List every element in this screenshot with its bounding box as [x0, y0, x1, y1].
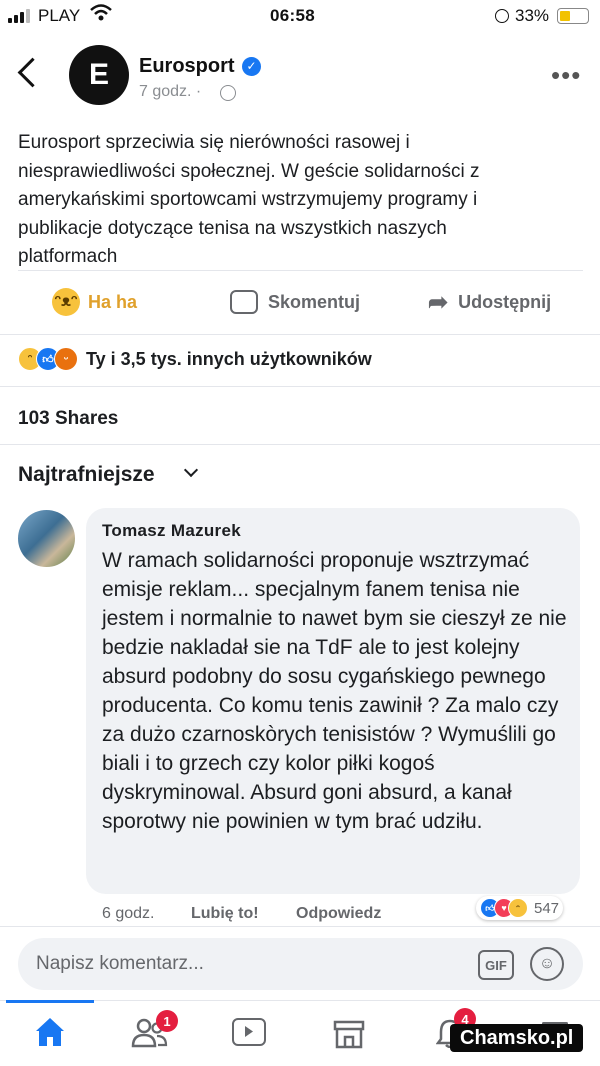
wifi-icon [90, 4, 112, 27]
verified-badge-icon: ✓ [242, 57, 261, 76]
emoji-icon[interactable]: ☺ [530, 947, 564, 981]
watermark: Chamsko.pl [450, 1024, 584, 1052]
angry-icon: ᵕ [54, 347, 78, 371]
chevron-down-icon[interactable] [183, 462, 199, 478]
status-time: 06:58 [270, 6, 315, 25]
signal-icon [8, 9, 30, 23]
friends-badge: 1 [156, 1010, 178, 1032]
post-time[interactable]: 7 godz. · [139, 83, 201, 101]
watch-icon[interactable] [232, 1018, 266, 1046]
haha-icon: ᵔ [508, 898, 528, 918]
comment-author[interactable]: Tomasz Mazurek [102, 521, 241, 541]
marketplace-icon[interactable] [332, 1016, 366, 1050]
comment-like-button[interactable]: Lubię to! [191, 905, 259, 923]
comment-time: 6 godz. [102, 905, 155, 922]
comment-input[interactable] [36, 950, 436, 978]
shares-count[interactable]: 103 Shares [18, 408, 118, 430]
active-tab-indicator [6, 1000, 94, 1003]
haha-icon: ᵔᴥᵔ [52, 288, 80, 316]
comment-sort-dropdown[interactable]: Najtrafniejsze [18, 463, 155, 487]
share-label: Udostępnij [458, 291, 552, 312]
divider [0, 444, 600, 445]
comment-label: Skomentuj [268, 291, 361, 312]
commenter-avatar[interactable] [18, 510, 75, 567]
globe-icon [220, 85, 236, 101]
post-text: Eurosport sprzeciwia się nierówności ras… [18, 132, 480, 267]
reaction-label: Ha ha [88, 291, 138, 312]
divider [0, 334, 600, 335]
status-bar: PLAY 06:58 33% [0, 0, 600, 34]
battery-percent: 33% [515, 6, 550, 25]
divider [0, 926, 600, 927]
gif-button[interactable]: GIF [478, 950, 514, 980]
comment-button[interactable]: Skomentuj [230, 282, 360, 322]
page-avatar[interactable]: E [69, 45, 129, 105]
comment-text: W ramach solidarności proponuje wsztrzym… [102, 549, 567, 833]
reaction-button[interactable]: ᵔᴥᵔ Ha ha [52, 282, 137, 322]
more-options-icon[interactable]: ••• [551, 60, 581, 91]
comment-icon [230, 290, 258, 314]
divider [0, 386, 600, 387]
comment-reply-button[interactable]: Odpowiedz [296, 905, 381, 923]
page-name[interactable]: Eurosport [139, 55, 235, 78]
orientation-lock-icon [495, 9, 509, 23]
divider [18, 270, 583, 271]
eurosport-logo-icon: E [88, 58, 109, 91]
home-icon[interactable] [33, 1015, 67, 1049]
share-icon: ➦ [428, 288, 449, 316]
battery-level [560, 11, 570, 21]
comment-reaction-count: 547 [534, 899, 560, 917]
reactions-text: Ty i 3,5 tys. innych użytkowników [86, 348, 372, 369]
comment-reactions[interactable]: 👍︎ ♥ ᵔ 547 [476, 896, 564, 920]
reactions-summary[interactable]: ᵔ 👍︎ ᵕ Ty i 3,5 tys. innych użytkowników [18, 347, 372, 371]
carrier-name: PLAY [38, 6, 81, 25]
back-arrow-icon[interactable] [17, 57, 48, 88]
share-button[interactable]: ➦ Udostępnij [428, 282, 551, 322]
